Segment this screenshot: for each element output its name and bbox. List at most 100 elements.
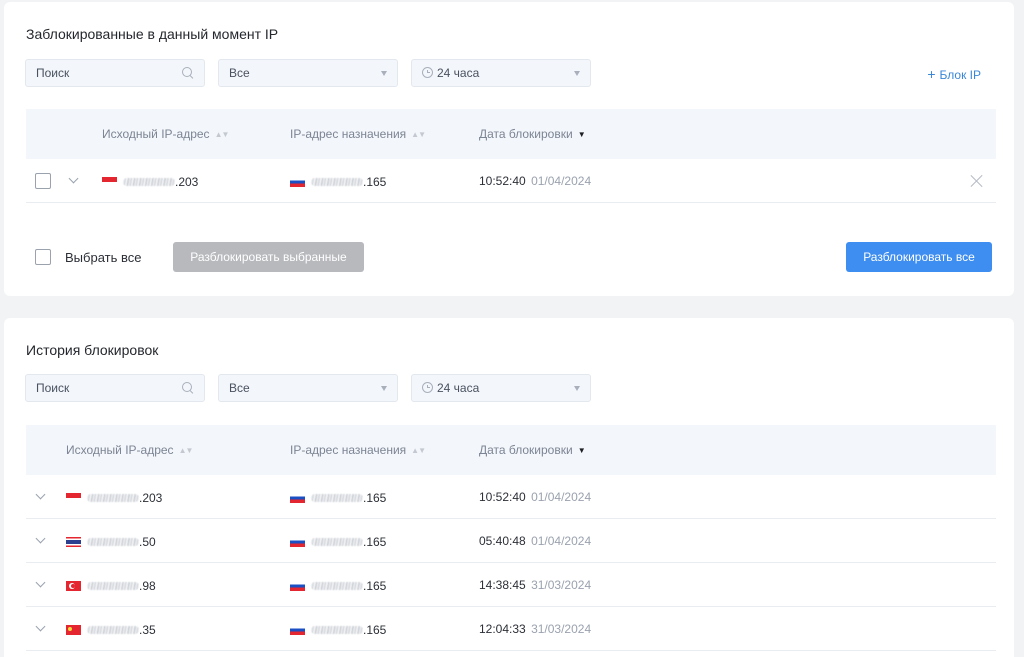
block-date-cell: 12:04:33 31/03/2024 [479,607,591,651]
dest-ip-cell: .165 [290,563,386,607]
close-icon[interactable] [970,174,984,188]
caret-down-icon [574,70,580,76]
history-search-input[interactable]: Поиск [25,374,205,402]
sort-icon: ▲▼ [411,130,426,139]
masked-ip [87,537,139,546]
masked-ip [123,177,175,186]
current-blocks-panel: Заблокированные в данный момент IP Поиск… [4,2,1014,296]
china-flag-icon [66,624,81,635]
block-time: 10:52:40 [479,490,526,504]
block-date: 01/04/2024 [531,490,592,504]
sort-desc-icon: ▼ [577,130,586,139]
col-dest-ip[interactable]: IP-адрес назначения ▲▼ [290,425,426,475]
block-time: 10:52:40 [479,174,526,188]
indonesia-flag-icon [66,492,81,503]
current-filter-select[interactable]: Все [218,59,398,87]
col-source-label: Исходный IP-адрес [102,127,210,141]
history-period-value: 24 часа [437,381,480,395]
col-dest-label: IP-адрес назначения [290,443,407,457]
masked-ip [87,625,139,634]
select-all-checkbox[interactable] [35,249,51,265]
dest-ip-suffix: .165 [363,174,387,189]
col-dest-ip[interactable]: IP-адрес назначения ▲▼ [290,109,426,159]
block-date: 01/04/2024 [531,534,592,548]
chevron-down-icon[interactable] [35,621,46,632]
block-date-cell: 14:38:45 31/03/2024 [479,563,591,607]
dest-ip-cell: .165 [290,519,386,563]
turkey-flag-icon [66,580,81,591]
col-block-date[interactable]: Дата блокировки ▼ [479,425,586,475]
search-icon [182,67,194,79]
russia-flag-icon [290,176,305,187]
source-ip-cell: .203 [102,159,198,203]
dest-ip-suffix: .165 [363,490,387,505]
history-filter-value: Все [229,381,250,395]
clock-icon [422,382,433,393]
block-date-cell: 10:52:40 01/04/2024 [479,159,591,203]
plus-icon: + [927,66,936,82]
masked-ip [311,493,363,502]
sort-desc-icon: ▼ [577,446,586,455]
dest-ip-cell: .165 [290,159,386,203]
table-row[interactable]: .35 .165 12:04:33 31/03/2024 [26,607,996,651]
table-row[interactable]: .98 .165 14:38:45 31/03/2024 [26,563,996,607]
source-ip-cell: .50 [66,519,156,563]
dest-ip-suffix: .165 [363,622,387,637]
masked-ip [311,177,363,186]
add-block-ip-button[interactable]: + Блок IP [927,66,981,82]
russia-flag-icon [290,492,305,503]
history-table-header: Исходный IP-адрес ▲▼ IP-адрес назначения ▲… [26,425,996,475]
caret-down-icon [381,70,387,76]
masked-ip [87,493,139,502]
source-ip-suffix: .203 [175,174,199,189]
source-ip-suffix: .98 [139,578,156,593]
chevron-down-icon[interactable] [35,489,46,500]
history-period-select[interactable]: 24 часа [411,374,591,402]
dest-ip-cell: .165 [290,607,386,651]
block-time: 12:04:33 [479,622,526,636]
history-filter-select[interactable]: Все [218,374,398,402]
masked-ip [311,537,363,546]
block-date: 01/04/2024 [531,174,592,188]
masked-ip [87,581,139,590]
chevron-down-icon[interactable] [68,173,79,184]
source-ip-cell: .35 [66,607,156,651]
history-title: История блокировок [26,342,159,358]
col-source-label: Исходный IP-адрес [66,443,174,457]
chevron-down-icon[interactable] [35,533,46,544]
dest-ip-suffix: .165 [363,578,387,593]
dest-ip-suffix: .165 [363,534,387,549]
block-time: 05:40:48 [479,534,526,548]
dest-ip-cell: .165 [290,475,386,519]
row-checkbox[interactable] [35,173,51,189]
table-row[interactable]: .50 .165 05:40:48 01/04/2024 [26,519,996,563]
block-date: 31/03/2024 [531,578,592,592]
current-period-value: 24 часа [437,66,480,80]
col-dest-label: IP-адрес назначения [290,127,407,141]
masked-ip [311,625,363,634]
sort-icon: ▲▼ [411,446,426,455]
table-row[interactable]: .203 .165 10:52:40 01/04/2024 [26,159,996,203]
clock-icon [422,67,433,78]
table-row[interactable]: .203 .165 10:52:40 01/04/2024 [26,475,996,519]
russia-flag-icon [290,624,305,635]
russia-flag-icon [290,580,305,591]
sort-icon: ▲▼ [214,130,230,139]
col-block-date[interactable]: Дата блокировки ▼ [479,109,586,159]
current-search-placeholder: Поиск [36,66,70,80]
chevron-down-icon[interactable] [35,577,46,588]
current-search-input[interactable]: Поиск [25,59,205,87]
block-time: 14:38:45 [479,578,526,592]
current-table-header: Исходный IP-адрес ▲▼ IP-адрес назначения ▲… [26,109,996,159]
search-icon [182,382,194,394]
indonesia-flag-icon [102,176,117,187]
unblock-all-button[interactable]: Разблокировать все [846,242,992,272]
source-ip-cell: .98 [66,563,156,607]
current-period-select[interactable]: 24 часа [411,59,591,87]
source-ip-suffix: .50 [139,534,156,549]
col-source-ip[interactable]: Исходный IP-адрес ▲▼ [102,109,230,159]
unblock-selected-button[interactable]: Разблокировать выбранные [173,242,364,272]
col-source-ip[interactable]: Исходный IP-адрес ▲▼ [66,425,194,475]
source-ip-cell: .203 [66,475,162,519]
sort-icon: ▲▼ [178,446,194,455]
